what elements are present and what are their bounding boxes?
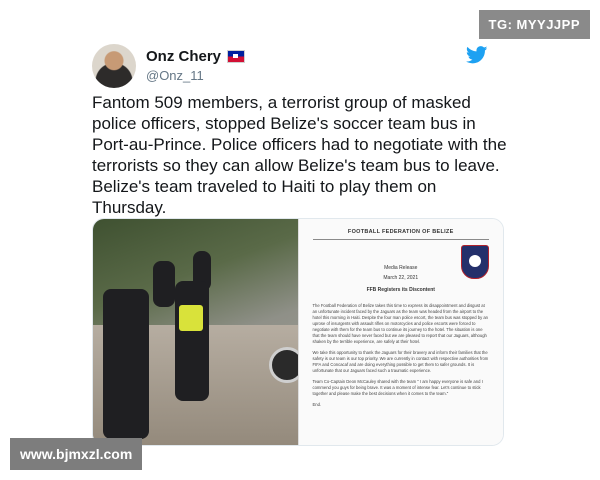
doc-date: March 22, 2021 xyxy=(383,275,419,281)
tweet-text: Fantom 509 members, a terrorist group of… xyxy=(92,93,507,217)
haiti-flag-icon xyxy=(227,50,246,63)
avatar[interactable] xyxy=(92,44,136,88)
doc-paragraph: End. xyxy=(312,402,322,407)
tweet-header: Onz Chery @Onz_11 xyxy=(92,44,506,92)
doc-header: FOOTBALL FEDERATION OF BELIZE xyxy=(347,229,454,235)
masked-man-left xyxy=(103,289,149,439)
twitter-bird-icon[interactable] xyxy=(466,46,488,64)
author-name-row: Onz Chery xyxy=(146,48,246,65)
tweet-media[interactable]: FOOTBALL FEDERATION OF BELIZE Media Rele… xyxy=(92,218,504,446)
motorcyclist-1 xyxy=(153,261,175,307)
incident-photo[interactable] xyxy=(93,219,298,445)
press-release-document[interactable]: FOOTBALL FEDERATION OF BELIZE Media Rele… xyxy=(297,219,503,445)
doc-title: FFB Registers its Discontent xyxy=(366,287,435,293)
motorcycle-wheel xyxy=(269,347,298,383)
author-block: Onz Chery @Onz_11 xyxy=(146,48,246,83)
doc-paragraph: We take this opportunity to thank the Ja… xyxy=(312,350,489,373)
yellow-vest xyxy=(179,305,203,331)
watermark-site: www.bjmxzl.com xyxy=(10,438,143,470)
doc-label: Media Release xyxy=(384,265,418,271)
watermark-tg: TG: MYYJJPP xyxy=(478,10,590,39)
officer-center xyxy=(175,281,209,401)
doc-paragraph: Team Co-Captain Deon McCauley shared wit… xyxy=(312,379,483,396)
author-name[interactable]: Onz Chery xyxy=(146,48,221,65)
doc-divider xyxy=(312,239,489,240)
tweet-card: Onz Chery @Onz_11 Fantom 509 members, a … xyxy=(64,28,516,448)
federation-crest-icon xyxy=(461,245,489,279)
doc-body: The Football Federation of Belize takes … xyxy=(313,303,490,413)
doc-paragraph: The Football Federation of Belize takes … xyxy=(312,303,489,344)
author-handle[interactable]: @Onz_11 xyxy=(146,68,245,83)
